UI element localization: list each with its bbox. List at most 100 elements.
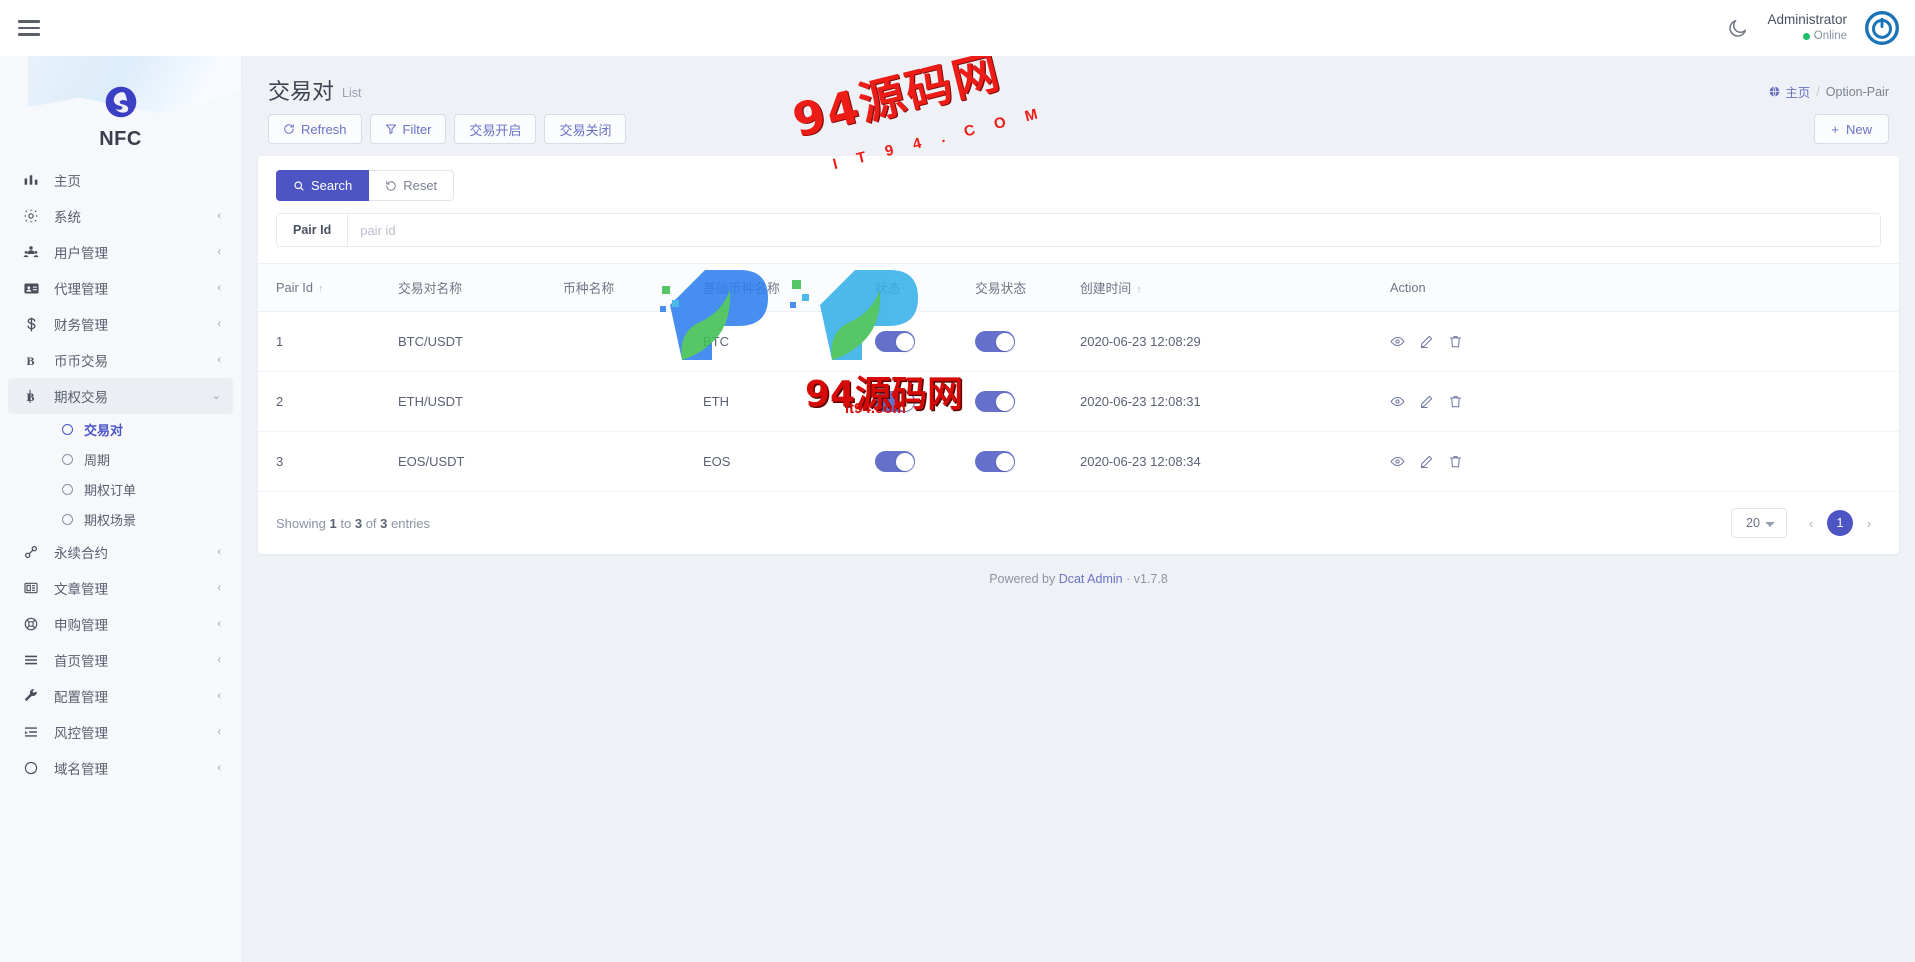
col-action: Action <box>1390 263 1899 312</box>
sidebar-item-agent-management[interactable]: 代理管理 ‹ <box>8 270 233 306</box>
sidebar-subitem-option-order[interactable]: 期权订单 <box>8 474 233 504</box>
sidebar-item-system[interactable]: 系统 ‹ <box>8 198 233 234</box>
trash-icon[interactable] <box>1448 454 1463 469</box>
new-button[interactable]: + New <box>1814 114 1889 144</box>
refresh-button[interactable]: Refresh <box>268 114 362 144</box>
toggle-knob <box>995 392 1014 411</box>
lifebuoy-icon <box>20 615 42 633</box>
page-title: 交易对 List <box>268 74 361 106</box>
sidebar-item-label: 文章管理 <box>54 582 108 597</box>
sidebar-subitem-pair[interactable]: 交易对 <box>8 414 233 444</box>
trash-icon[interactable] <box>1448 334 1463 349</box>
hamburger-menu-icon[interactable] <box>18 20 40 36</box>
sidebar-item-user-management[interactable]: 用户管理 ‹ <box>8 234 233 270</box>
eye-icon[interactable] <box>1390 334 1405 349</box>
sidebar-item-subscription-management[interactable]: 申购管理 ‹ <box>8 606 233 642</box>
cell-action <box>1390 312 1899 372</box>
users-icon <box>20 243 42 261</box>
trade-close-button[interactable]: 交易关闭 <box>544 114 627 144</box>
sidebar: NFC 主页 系统 ‹ 用户管理 ‹ 代理管理 ‹ 财务管理 ‹ B 币币交易 … <box>0 56 242 962</box>
breadcrumb-home-link[interactable]: 主页 <box>1768 82 1810 101</box>
sidebar-item-risk-management[interactable]: 风控管理 ‹ <box>8 714 233 750</box>
col-label: 创建时间 <box>1080 281 1132 296</box>
col-pair-name[interactable]: 交易对名称 <box>398 263 563 312</box>
col-label: 币种名称 <box>563 281 615 296</box>
col-created-at[interactable]: 创建时间 ↑ <box>1080 263 1390 312</box>
status-toggle[interactable] <box>875 331 915 352</box>
pencil-icon[interactable] <box>1419 454 1434 469</box>
trade-status-toggle[interactable] <box>975 391 1015 412</box>
circle-icon <box>20 759 42 777</box>
avatar[interactable] <box>1865 11 1899 45</box>
search-button[interactable]: Search <box>276 170 370 201</box>
eye-icon[interactable] <box>1390 454 1405 469</box>
trash-icon[interactable] <box>1448 394 1463 409</box>
data-table: Pair Id ↑ 交易对名称 币种名称 基础币种名称 状态 交易状态 创建时间 ↑… <box>258 263 1899 491</box>
reset-button[interactable]: Reset <box>369 170 455 201</box>
sidebar-item-arrow: ‹ <box>217 545 221 558</box>
sidebar-item-homepage-management[interactable]: 首页管理 ‹ <box>8 642 233 678</box>
avatar-power-icon <box>1865 11 1899 45</box>
cell-status <box>875 312 975 372</box>
sidebar-item-arrow: ‹ <box>217 317 221 330</box>
pencil-icon[interactable] <box>1419 394 1434 409</box>
sidebar-brand[interactable]: NFC <box>0 56 241 162</box>
next-page-button[interactable]: › <box>1857 511 1881 535</box>
col-label: 状态 <box>875 281 901 296</box>
sidebar-item-label: 永续合约 <box>54 546 108 561</box>
trade-close-label: 交易关闭 <box>559 122 612 138</box>
entries-summary: Showing 1 to 3 of 3 entries <box>276 516 430 531</box>
sidebar-item-home[interactable]: 主页 <box>8 162 233 198</box>
trade-status-toggle[interactable] <box>975 451 1015 472</box>
col-base-coin-name[interactable]: 基础币种名称 <box>703 263 875 312</box>
page-footer: Powered by Dcat Admin · v1.7.8 <box>242 554 1915 586</box>
pencil-icon[interactable] <box>1419 334 1434 349</box>
version-label: v1.7.8 <box>1133 572 1168 586</box>
filter-button[interactable]: Filter <box>369 114 447 144</box>
cell-coin-name <box>563 432 703 491</box>
table-head: Pair Id ↑ 交易对名称 币种名称 基础币种名称 状态 交易状态 创建时间 ↑… <box>258 263 1899 312</box>
col-status[interactable]: 状态 <box>875 263 975 312</box>
trade-status-toggle[interactable] <box>975 331 1015 352</box>
sidebar-item-finance-management[interactable]: 财务管理 ‹ <box>8 306 233 342</box>
sidebar-item-perpetual-contract[interactable]: 永续合约 ‹ <box>8 534 233 570</box>
sidebar-item-domain-management[interactable]: 域名管理 ‹ <box>8 750 233 786</box>
user-name: Administrator <box>1767 12 1847 28</box>
eye-icon[interactable] <box>1390 394 1405 409</box>
grid-card: Search Reset Pair Id Pair Id ↑ 交易对名称 <box>258 156 1899 554</box>
sidebar-subitem-option-scene[interactable]: 期权场景 <box>8 504 233 534</box>
sidebar-subitem-period[interactable]: 周期 <box>8 444 233 474</box>
user-info-block[interactable]: Administrator Online <box>1767 12 1847 43</box>
topbar-right-group: Administrator Online <box>1727 11 1915 45</box>
row-actions <box>1390 394 1899 409</box>
pair-id-field-row: Pair Id <box>276 213 1881 247</box>
sidebar-item-arrow: ‹ <box>217 581 221 594</box>
col-coin-name[interactable]: 币种名称 <box>563 263 703 312</box>
sidebar-item-label: 系统 <box>54 210 81 225</box>
toggle-knob <box>995 452 1014 471</box>
powered-prefix: Powered by <box>989 572 1056 586</box>
sidebar-item-label: 风控管理 <box>54 726 108 741</box>
sidebar-item-option-trade[interactable]: B 期权交易 ⌄ <box>8 378 233 414</box>
moon-icon[interactable] <box>1727 17 1749 39</box>
per-page-select[interactable]: 20 <box>1731 508 1787 538</box>
sidebar-item-coin-trade[interactable]: B 币币交易 ‹ <box>8 342 233 378</box>
col-pair-id[interactable]: Pair Id ↑ <box>258 263 398 312</box>
filter-icon <box>385 124 396 134</box>
sidebar-item-article-management[interactable]: 文章管理 ‹ <box>8 570 233 606</box>
filter-label: Filter <box>402 121 432 137</box>
dollar-icon <box>20 315 42 333</box>
status-toggle[interactable] <box>875 451 915 472</box>
sidebar-item-label: 域名管理 <box>54 762 108 777</box>
pair-id-input[interactable] <box>348 214 1880 246</box>
trade-open-button[interactable]: 交易开启 <box>454 114 537 144</box>
col-trade-status[interactable]: 交易状态 <box>975 263 1080 312</box>
dcat-admin-link[interactable]: Dcat Admin <box>1059 572 1123 586</box>
page-1-button[interactable]: 1 <box>1827 510 1853 536</box>
status-toggle[interactable] <box>875 391 915 412</box>
top-header-bar: Administrator Online <box>0 0 1915 56</box>
sidebar-item-config-management[interactable]: 配置管理 ‹ <box>8 678 233 714</box>
prev-page-button[interactable]: ‹ <box>1799 511 1823 535</box>
cell-pair-name: EOS/USDT <box>398 432 563 491</box>
plus-icon: + <box>1831 121 1839 137</box>
